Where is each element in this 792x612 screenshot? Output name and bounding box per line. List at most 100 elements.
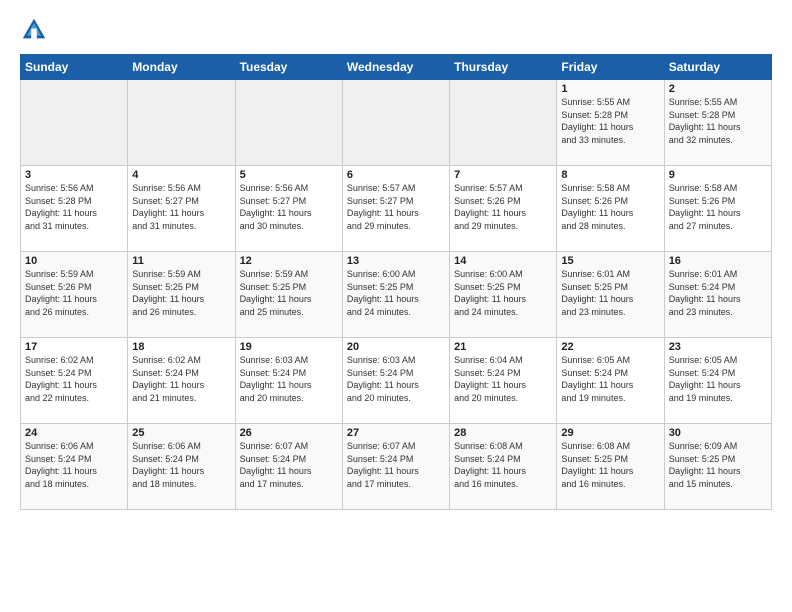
- day-number: 21: [454, 341, 552, 353]
- calendar-cell: 8Sunrise: 5:58 AM Sunset: 5:26 PM Daylig…: [557, 166, 664, 252]
- calendar-week-5: 24 Sunrise: 6:06 AM Sunset: 5:24 PM Dayli…: [21, 424, 772, 510]
- calendar-week-1: 1Sunrise: 5:55 AM Sunset: 5:28 PM Daylig…: [21, 80, 772, 166]
- day-number: 23: [669, 341, 767, 353]
- calendar-cell: 10Sunrise: 5:59 AM Sunset: 5:26 PM Dayli…: [21, 252, 128, 338]
- weekday-header-tuesday: Tuesday: [235, 55, 342, 80]
- day-info: Sunrise: 6:07 AM Sunset: 5:24 PM Dayligh…: [347, 440, 445, 490]
- day-number: 4: [132, 169, 230, 181]
- calendar-cell: 21Sunrise: 6:04 AM Sunset: 5:24 PM Dayli…: [450, 338, 557, 424]
- day-info: Sunrise: 6:08 AM Sunset: 5:24 PM Dayligh…: [454, 440, 552, 490]
- calendar-week-3: 10Sunrise: 5:59 AM Sunset: 5:26 PM Dayli…: [21, 252, 772, 338]
- day-info: Sunrise: 5:55 AM Sunset: 5:28 PM Dayligh…: [561, 96, 659, 146]
- header: [20, 16, 772, 44]
- calendar-week-4: 17Sunrise: 6:02 AM Sunset: 5:24 PM Dayli…: [21, 338, 772, 424]
- day-number: 26: [240, 427, 338, 439]
- calendar-cell: 27Sunrise: 6:07 AM Sunset: 5:24 PM Dayli…: [342, 424, 449, 510]
- day-info: Sunrise: 5:57 AM Sunset: 5:27 PM Dayligh…: [347, 182, 445, 232]
- calendar-cell: 17Sunrise: 6:02 AM Sunset: 5:24 PM Dayli…: [21, 338, 128, 424]
- weekday-header-sunday: Sunday: [21, 55, 128, 80]
- calendar-cell: 15Sunrise: 6:01 AM Sunset: 5:25 PM Dayli…: [557, 252, 664, 338]
- calendar-cell: 20Sunrise: 6:03 AM Sunset: 5:24 PM Dayli…: [342, 338, 449, 424]
- day-number: 1: [561, 83, 659, 95]
- calendar-cell: 13Sunrise: 6:00 AM Sunset: 5:25 PM Dayli…: [342, 252, 449, 338]
- calendar-body: 1Sunrise: 5:55 AM Sunset: 5:28 PM Daylig…: [21, 80, 772, 510]
- day-number: 5: [240, 169, 338, 181]
- day-info: Sunrise: 5:59 AM Sunset: 5:26 PM Dayligh…: [25, 268, 123, 318]
- weekday-header-monday: Monday: [128, 55, 235, 80]
- weekday-header-wednesday: Wednesday: [342, 55, 449, 80]
- weekday-header-thursday: Thursday: [450, 55, 557, 80]
- calendar-cell: 23Sunrise: 6:05 AM Sunset: 5:24 PM Dayli…: [664, 338, 771, 424]
- calendar-header: SundayMondayTuesdayWednesdayThursdayFrid…: [21, 55, 772, 80]
- day-info: Sunrise: 6:03 AM Sunset: 5:24 PM Dayligh…: [347, 354, 445, 404]
- day-number: 22: [561, 341, 659, 353]
- day-info: Sunrise: 6:05 AM Sunset: 5:24 PM Dayligh…: [669, 354, 767, 404]
- day-info: Sunrise: 6:06 AM Sunset: 5:24 PM Dayligh…: [132, 440, 230, 490]
- day-number: 12: [240, 255, 338, 267]
- calendar-cell: 7Sunrise: 5:57 AM Sunset: 5:26 PM Daylig…: [450, 166, 557, 252]
- day-info: Sunrise: 6:07 AM Sunset: 5:24 PM Dayligh…: [240, 440, 338, 490]
- day-number: 25: [132, 427, 230, 439]
- day-info: Sunrise: 5:55 AM Sunset: 5:28 PM Dayligh…: [669, 96, 767, 146]
- day-info: Sunrise: 6:01 AM Sunset: 5:24 PM Dayligh…: [669, 268, 767, 318]
- page: SundayMondayTuesdayWednesdayThursdayFrid…: [0, 0, 792, 612]
- calendar-cell: 5Sunrise: 5:56 AM Sunset: 5:27 PM Daylig…: [235, 166, 342, 252]
- calendar-week-2: 3Sunrise: 5:56 AM Sunset: 5:28 PM Daylig…: [21, 166, 772, 252]
- day-info: Sunrise: 6:03 AM Sunset: 5:24 PM Dayligh…: [240, 354, 338, 404]
- day-info: Sunrise: 6:02 AM Sunset: 5:24 PM Dayligh…: [132, 354, 230, 404]
- day-info: Sunrise: 6:08 AM Sunset: 5:25 PM Dayligh…: [561, 440, 659, 490]
- logo: [20, 16, 52, 44]
- day-number: 9: [669, 169, 767, 181]
- calendar-cell: [21, 80, 128, 166]
- calendar: SundayMondayTuesdayWednesdayThursdayFrid…: [20, 54, 772, 510]
- day-number: 17: [25, 341, 123, 353]
- day-info: Sunrise: 5:59 AM Sunset: 5:25 PM Dayligh…: [132, 268, 230, 318]
- calendar-cell: 26Sunrise: 6:07 AM Sunset: 5:24 PM Dayli…: [235, 424, 342, 510]
- day-number: 20: [347, 341, 445, 353]
- calendar-cell: 11Sunrise: 5:59 AM Sunset: 5:25 PM Dayli…: [128, 252, 235, 338]
- weekday-header-row: SundayMondayTuesdayWednesdayThursdayFrid…: [21, 55, 772, 80]
- calendar-cell: 14Sunrise: 6:00 AM Sunset: 5:25 PM Dayli…: [450, 252, 557, 338]
- day-info: Sunrise: 5:58 AM Sunset: 5:26 PM Dayligh…: [561, 182, 659, 232]
- day-number: 14: [454, 255, 552, 267]
- day-number: 7: [454, 169, 552, 181]
- day-info: Sunrise: 6:00 AM Sunset: 5:25 PM Dayligh…: [347, 268, 445, 318]
- calendar-cell: 12Sunrise: 5:59 AM Sunset: 5:25 PM Dayli…: [235, 252, 342, 338]
- day-info: Sunrise: 6:04 AM Sunset: 5:24 PM Dayligh…: [454, 354, 552, 404]
- day-info: Sunrise: 6:01 AM Sunset: 5:25 PM Dayligh…: [561, 268, 659, 318]
- logo-icon: [20, 16, 48, 44]
- day-info: Sunrise: 6:09 AM Sunset: 5:25 PM Dayligh…: [669, 440, 767, 490]
- day-info: Sunrise: 5:56 AM Sunset: 5:27 PM Dayligh…: [132, 182, 230, 232]
- calendar-cell: 9Sunrise: 5:58 AM Sunset: 5:26 PM Daylig…: [664, 166, 771, 252]
- day-number: 18: [132, 341, 230, 353]
- calendar-cell: [128, 80, 235, 166]
- calendar-cell: 22Sunrise: 6:05 AM Sunset: 5:24 PM Dayli…: [557, 338, 664, 424]
- day-info: Sunrise: 5:59 AM Sunset: 5:25 PM Dayligh…: [240, 268, 338, 318]
- day-info: Sunrise: 6:00 AM Sunset: 5:25 PM Dayligh…: [454, 268, 552, 318]
- calendar-cell: 2Sunrise: 5:55 AM Sunset: 5:28 PM Daylig…: [664, 80, 771, 166]
- calendar-cell: 28Sunrise: 6:08 AM Sunset: 5:24 PM Dayli…: [450, 424, 557, 510]
- day-info: Sunrise: 5:58 AM Sunset: 5:26 PM Dayligh…: [669, 182, 767, 232]
- day-number: 29: [561, 427, 659, 439]
- calendar-cell: 1Sunrise: 5:55 AM Sunset: 5:28 PM Daylig…: [557, 80, 664, 166]
- day-number: 28: [454, 427, 552, 439]
- calendar-cell: 4Sunrise: 5:56 AM Sunset: 5:27 PM Daylig…: [128, 166, 235, 252]
- calendar-cell: [342, 80, 449, 166]
- calendar-cell: 19Sunrise: 6:03 AM Sunset: 5:24 PM Dayli…: [235, 338, 342, 424]
- day-number: 8: [561, 169, 659, 181]
- calendar-cell: 25Sunrise: 6:06 AM Sunset: 5:24 PM Dayli…: [128, 424, 235, 510]
- day-number: 16: [669, 255, 767, 267]
- day-number: 30: [669, 427, 767, 439]
- day-info: Sunrise: 5:56 AM Sunset: 5:28 PM Dayligh…: [25, 182, 123, 232]
- calendar-cell: 30Sunrise: 6:09 AM Sunset: 5:25 PM Dayli…: [664, 424, 771, 510]
- calendar-cell: [235, 80, 342, 166]
- day-info: Sunrise: 5:56 AM Sunset: 5:27 PM Dayligh…: [240, 182, 338, 232]
- day-info: Sunrise: 6:02 AM Sunset: 5:24 PM Dayligh…: [25, 354, 123, 404]
- day-info: Sunrise: 5:57 AM Sunset: 5:26 PM Dayligh…: [454, 182, 552, 232]
- calendar-cell: 6Sunrise: 5:57 AM Sunset: 5:27 PM Daylig…: [342, 166, 449, 252]
- day-number: 2: [669, 83, 767, 95]
- day-number: 24: [25, 427, 123, 439]
- calendar-cell: [450, 80, 557, 166]
- calendar-cell: 16Sunrise: 6:01 AM Sunset: 5:24 PM Dayli…: [664, 252, 771, 338]
- day-number: 13: [347, 255, 445, 267]
